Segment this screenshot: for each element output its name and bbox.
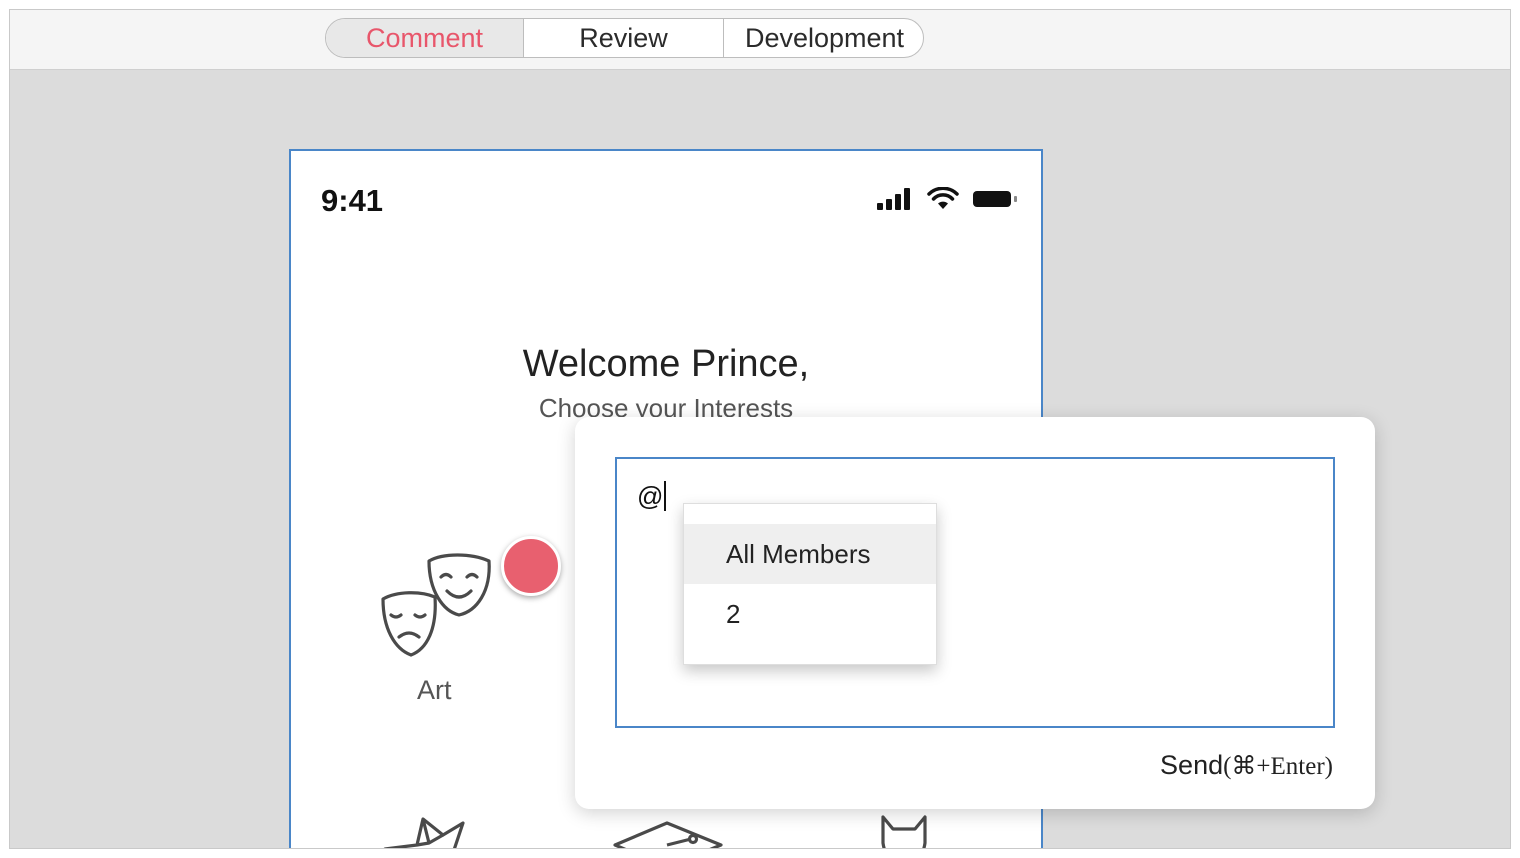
cat-icon[interactable] — [879, 813, 929, 849]
mention-option-2[interactable]: 2 — [684, 584, 936, 644]
tab-development[interactable]: Development — [724, 19, 923, 57]
comment-popover: @ All Members 2 Send(⌘+Enter) — [575, 417, 1375, 809]
text-caret — [664, 481, 667, 511]
welcome-heading: Welcome Prince, — [522, 343, 810, 385]
battery-icon — [973, 191, 1017, 207]
mode-segmented-control: Comment Review Development — [325, 18, 924, 58]
theater-masks-icon[interactable] — [377, 549, 497, 669]
status-time: 9:41 — [321, 183, 384, 218]
tab-comment[interactable]: Comment — [326, 19, 524, 57]
mention-option-all-members[interactable]: All Members — [684, 524, 936, 584]
category-label-art: Art — [417, 675, 452, 705]
status-icons — [877, 187, 1019, 211]
graduation-cap-icon[interactable] — [611, 815, 725, 849]
wifi-icon — [927, 187, 959, 209]
comment-marker-pin[interactable] — [501, 536, 561, 596]
origami-bird-icon[interactable] — [377, 809, 487, 849]
cellular-signal-icon — [877, 188, 910, 210]
comment-input-value: @ — [637, 481, 667, 512]
mention-suggestion-list: All Members 2 — [683, 503, 937, 665]
comment-input[interactable]: @ All Members 2 — [615, 457, 1335, 728]
send-button[interactable]: Send(⌘+Enter) — [1160, 750, 1333, 781]
tab-review[interactable]: Review — [524, 19, 724, 57]
mode-toolbar: Comment Review Development — [10, 10, 1510, 70]
send-shortcut-hint: (⌘+Enter) — [1223, 753, 1333, 780]
prototype-window: Comment Review Development 9:41 Welcome … — [9, 9, 1511, 849]
send-label: Send — [1160, 750, 1224, 780]
